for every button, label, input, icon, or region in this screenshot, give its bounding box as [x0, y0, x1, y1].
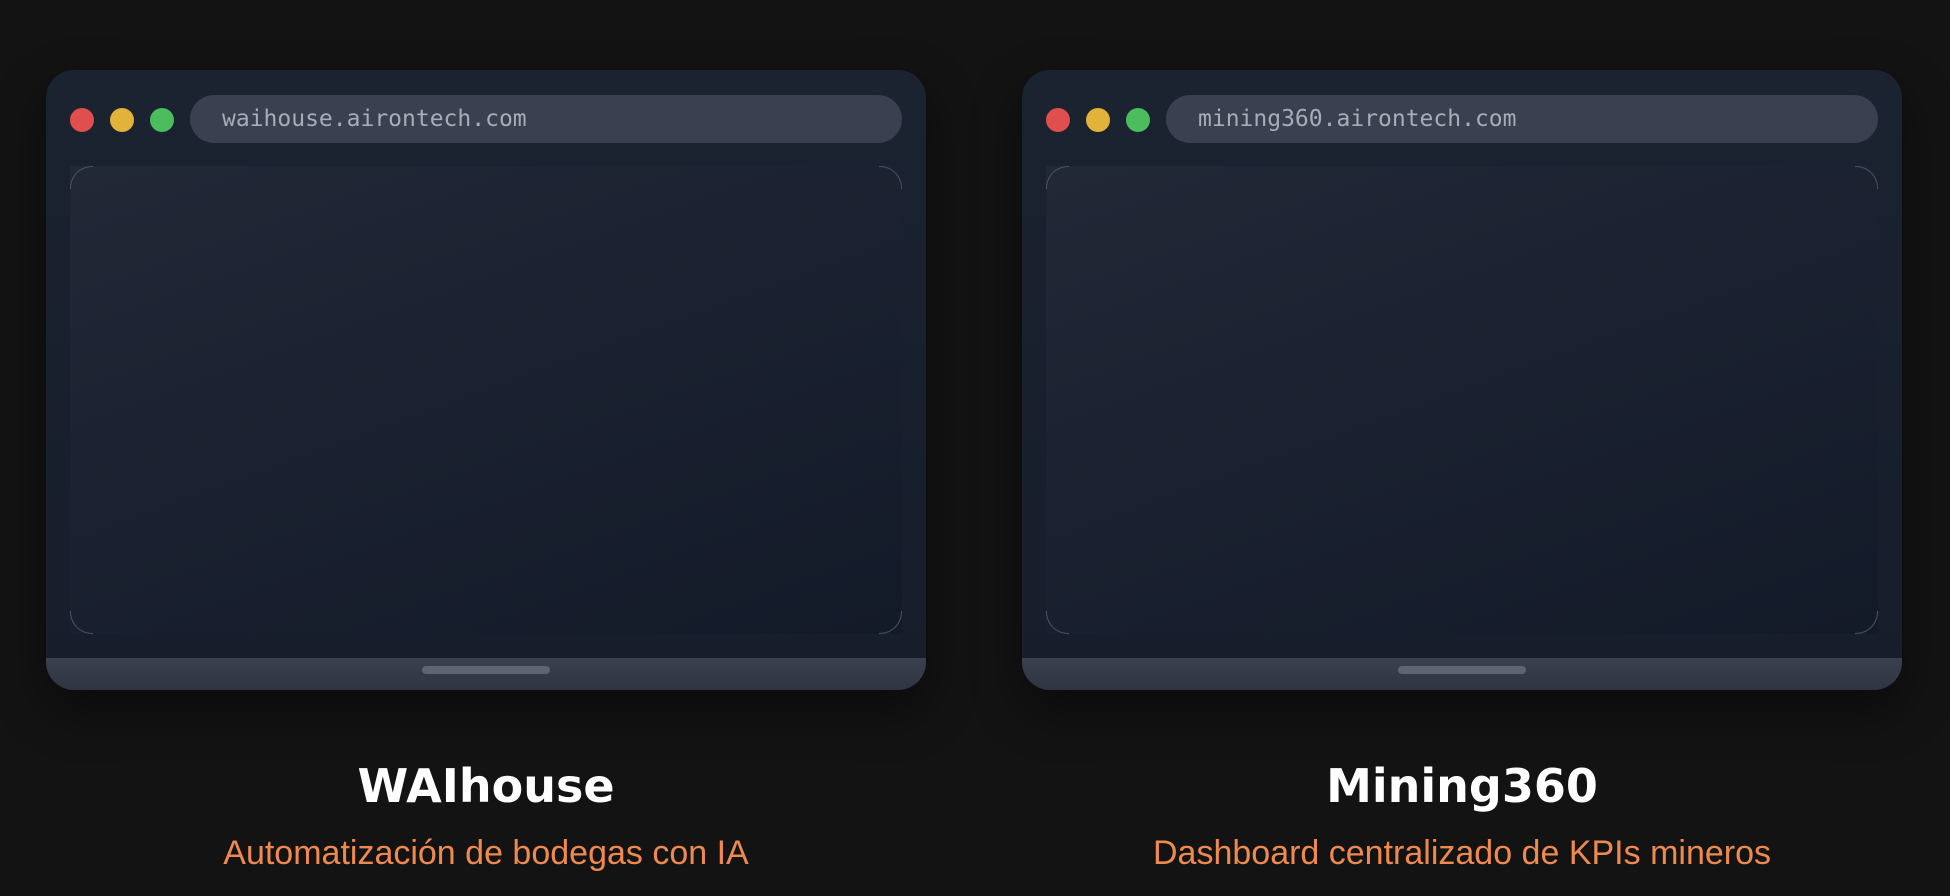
corner-frame-icon [1855, 166, 1878, 189]
url-bar: mining360.airontech.com [1166, 95, 1878, 143]
minimize-dot-icon [1086, 108, 1110, 132]
corner-frame-icon [879, 166, 902, 189]
minimize-dot-icon [110, 108, 134, 132]
close-dot-icon [1046, 108, 1070, 132]
project-card-mining360[interactable]: mining360.airontech.com Mining360 Dashbo… [1022, 70, 1902, 874]
laptop-base [1022, 658, 1902, 690]
project-title: Mining360 [1326, 759, 1598, 813]
url-bar: waihouse.airontech.com [190, 95, 902, 143]
maximize-dot-icon [1126, 108, 1150, 132]
project-subtitle: Dashboard centralizado de KPIs mineros [1153, 834, 1771, 872]
close-dot-icon [70, 108, 94, 132]
laptop-mockup: waihouse.airontech.com [46, 70, 926, 690]
browser-topbar: waihouse.airontech.com [46, 70, 926, 166]
project-card-waihouse[interactable]: waihouse.airontech.com WAIhouse Automati… [46, 70, 926, 874]
screen-preview [70, 166, 902, 634]
project-subtitle: Automatización de bodegas con IA [223, 834, 749, 872]
laptop-mockup: mining360.airontech.com [1022, 70, 1902, 690]
portfolio-stage: waihouse.airontech.com WAIhouse Automati… [0, 0, 1950, 896]
laptop-notch [1398, 666, 1526, 674]
corner-frame-icon [879, 611, 902, 634]
corner-frame-icon [1855, 611, 1878, 634]
browser-topbar: mining360.airontech.com [1022, 70, 1902, 166]
maximize-dot-icon [150, 108, 174, 132]
laptop-base [46, 658, 926, 690]
laptop-notch [422, 666, 550, 674]
corner-frame-icon [1046, 611, 1069, 634]
corner-frame-icon [1046, 166, 1069, 189]
corner-frame-icon [70, 611, 93, 634]
screen-preview [1046, 166, 1878, 634]
project-title: WAIhouse [357, 759, 615, 813]
corner-frame-icon [70, 166, 93, 189]
